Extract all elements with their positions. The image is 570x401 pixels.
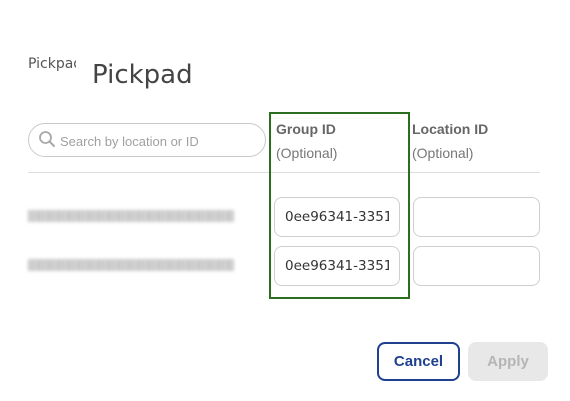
apply-button[interactable]: Apply [468,342,548,381]
group-id-field[interactable] [274,246,400,286]
group-id-header-title: Group ID [276,121,336,137]
dialog-title: Pickpad [92,60,193,90]
pickpad-dialog: Pickpad Pickpad Group ID (Optional) Loca… [0,0,570,401]
row-label-blurred [28,210,234,222]
app-name: Pickpad [28,56,76,72]
header-divider [28,172,540,173]
group-id-column-header: Group ID (Optional) [276,117,337,165]
location-id-field[interactable] [413,246,540,286]
row-label-blurred [28,259,234,271]
location-id-column-header: Location ID (Optional) [412,117,488,165]
search-input[interactable] [60,130,260,152]
location-id-header-title: Location ID [412,121,489,137]
group-id-field[interactable] [274,197,400,237]
location-id-header-subtitle: (Optional) [412,145,474,161]
group-id-header-subtitle: (Optional) [276,145,338,161]
cancel-button[interactable]: Cancel [377,342,460,381]
search-box[interactable] [28,123,266,157]
location-id-field[interactable] [413,197,540,237]
search-icon [39,131,55,147]
